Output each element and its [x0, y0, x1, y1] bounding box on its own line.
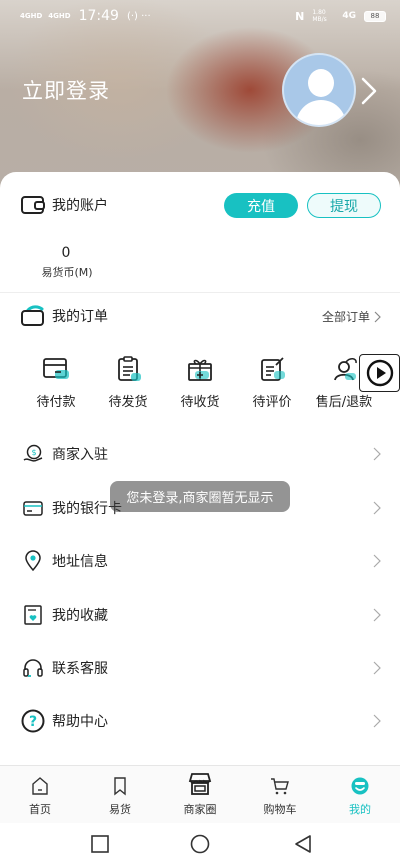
- order-status-label: 待付款: [36, 395, 76, 410]
- gift-box-icon: [188, 359, 212, 381]
- profile-icon: [351, 777, 369, 795]
- orders-title: 我的订单: [52, 309, 108, 325]
- wallet-icon: [43, 358, 69, 379]
- network-type: 4G: [342, 11, 356, 21]
- menu-item-help-center[interactable]: ? 帮助中心: [0, 701, 400, 741]
- chevron-right-icon: [373, 447, 381, 461]
- menu-item-label: 地址信息: [52, 554, 108, 570]
- bookmark-icon: [114, 777, 126, 796]
- order-box-icon: [21, 305, 44, 326]
- tab-mine[interactable]: 我的: [320, 766, 400, 824]
- chevron-right-icon: [373, 661, 381, 675]
- chevron-right-icon: [374, 311, 381, 322]
- location-icon: [25, 550, 41, 572]
- toast-message: 您未登录,商家圈暂无显示: [110, 481, 290, 512]
- battery-icon: 88: [364, 10, 386, 22]
- tab-barter[interactable]: 易货: [80, 766, 160, 824]
- tab-home[interactable]: 首页: [0, 766, 80, 824]
- status-bar: 4GHD 4GHD 17:49 (·) ··· N 1.80 MB/s 4G 8…: [0, 0, 400, 32]
- chevron-right-icon: [373, 501, 381, 515]
- account-title: 我的账户: [52, 198, 108, 214]
- menu-item-customer-service[interactable]: 联系客服: [0, 648, 400, 688]
- clipboard-icon: [118, 356, 141, 381]
- bottom-tab-bar: 首页 易货 商家圈 购物车 我的: [0, 765, 400, 823]
- balance-value[interactable]: 0: [40, 245, 92, 261]
- svg-text:?: ?: [29, 714, 37, 730]
- order-status-label: 待收货: [180, 395, 220, 410]
- home-icon: [32, 777, 48, 795]
- chevron-right-icon: [373, 554, 381, 568]
- tab-label: 商家圈: [183, 803, 217, 816]
- tab-label: 首页: [29, 803, 51, 816]
- login-link[interactable]: 立即登录: [22, 75, 110, 105]
- bank-card-icon: [23, 501, 43, 516]
- review-icon: [261, 357, 285, 381]
- recent-apps-icon[interactable]: [89, 833, 111, 855]
- avatar[interactable]: [282, 53, 356, 127]
- chevron-right-icon: [373, 608, 381, 622]
- tab-label: 购物车: [263, 803, 297, 816]
- chevron-right-icon[interactable]: [358, 76, 380, 106]
- menu-item-label: 我的收藏: [52, 608, 108, 624]
- orders-row[interactable]: 我的订单: [20, 305, 108, 327]
- merchant-icon: $: [23, 444, 43, 462]
- all-orders-label: 全部订单: [322, 310, 371, 324]
- tab-label: 我的: [349, 803, 371, 816]
- back-icon[interactable]: [292, 833, 314, 855]
- tab-merchant-circle[interactable]: 商家圈: [160, 766, 240, 824]
- all-orders-link[interactable]: 全部订单: [322, 308, 381, 325]
- menu-item-label: 联系客服: [52, 661, 108, 677]
- shop-icon: [188, 773, 212, 795]
- order-status-pending-shipment[interactable]: 待发货: [100, 356, 156, 410]
- home-button-icon[interactable]: [189, 833, 211, 855]
- network-speed: 1.80 MB/s: [312, 9, 327, 23]
- tab-label: 易货: [109, 803, 131, 816]
- order-status-label: 待评价: [252, 395, 292, 410]
- clock: 17:49: [78, 8, 119, 24]
- menu-item-favorites[interactable]: 我的收藏: [0, 595, 400, 635]
- help-icon: ?: [21, 709, 45, 733]
- signal-indicator-1: 4GHD: [20, 12, 43, 20]
- favorite-icon: [24, 605, 42, 625]
- menu-item-merchant-join[interactable]: $ 商家入驻: [0, 434, 400, 474]
- order-status-pending-receipt[interactable]: 待收货: [172, 356, 228, 410]
- nfc-icon: N: [295, 9, 305, 23]
- play-icon: [366, 359, 393, 387]
- menu-item-label: 帮助中心: [52, 714, 108, 730]
- withdraw-button[interactable]: 提现: [307, 193, 381, 218]
- cart-icon: [271, 778, 289, 795]
- avatar-head-shape: [308, 69, 334, 97]
- divider: [0, 292, 400, 293]
- order-status-pending-review[interactable]: 待评价: [244, 356, 300, 410]
- svg-text:$: $: [31, 448, 36, 457]
- order-status-label: 待发货: [108, 395, 148, 410]
- avatar-body-shape: [296, 100, 346, 125]
- menu-item-label: 商家入驻: [52, 447, 108, 463]
- order-status-pending-payment[interactable]: 待付款: [28, 356, 84, 410]
- wallet-card-icon: [21, 196, 45, 214]
- account-row: 我的账户: [20, 194, 108, 216]
- system-navigation-bar: [0, 823, 400, 866]
- menu-item-address[interactable]: 地址信息: [0, 541, 400, 581]
- tab-cart[interactable]: 购物车: [240, 766, 320, 824]
- signal-indicator-2: 4GHD: [48, 12, 71, 20]
- after-sale-icon: [334, 358, 357, 381]
- status-extra: (·) ···: [126, 10, 151, 22]
- balance-label: 易货币(M): [41, 266, 93, 279]
- chevron-right-icon: [373, 714, 381, 728]
- floating-play-button[interactable]: [359, 354, 400, 392]
- recharge-button[interactable]: 充值: [224, 193, 298, 218]
- order-status-label: 售后/退款: [315, 395, 373, 410]
- headset-icon: [23, 659, 43, 677]
